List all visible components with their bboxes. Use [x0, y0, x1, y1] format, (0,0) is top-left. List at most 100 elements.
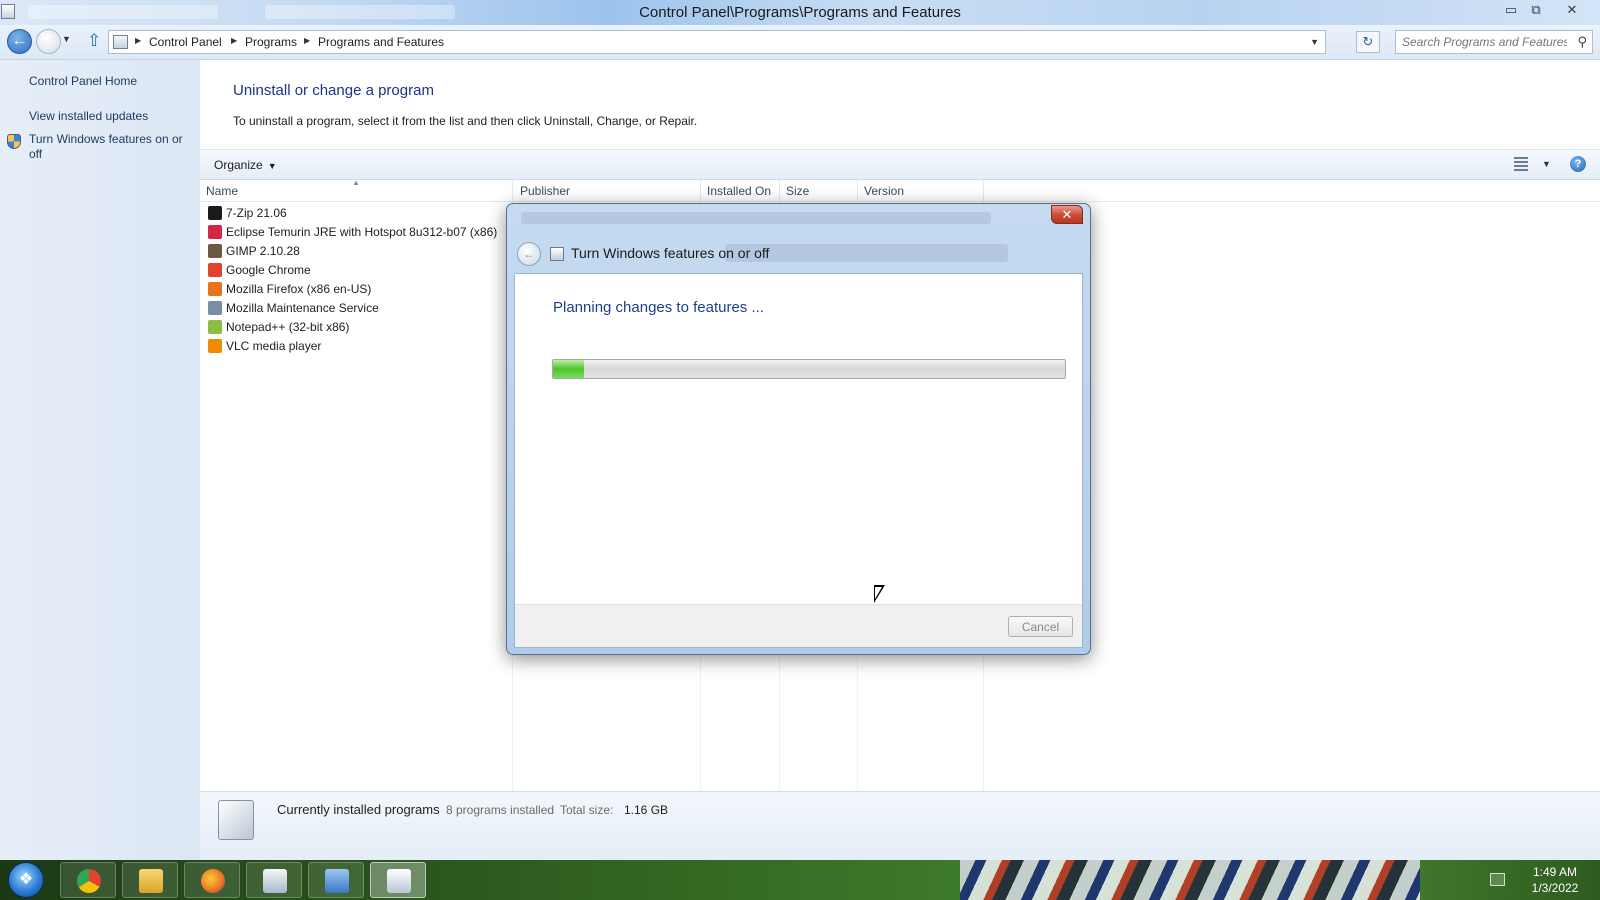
program-row[interactable]: Eclipse Temurin JRE with Hotspot 8u312-b…: [206, 223, 506, 242]
background-blur: [521, 212, 991, 224]
close-window-button[interactable]: ✕: [1560, 1, 1584, 19]
system-clock[interactable]: 1:49 AM 1/3/2022: [1520, 864, 1590, 896]
dialog-close-button[interactable]: ✕: [1051, 205, 1083, 224]
program-name: Mozilla Firefox (x86 en-US): [226, 282, 372, 296]
program-row[interactable]: GIMP 2.10.28: [206, 242, 506, 261]
cancel-button[interactable]: Cancel: [1008, 616, 1073, 637]
column-divider[interactable]: [700, 180, 701, 202]
sort-ascending-icon: ▲: [352, 178, 360, 187]
column-divider[interactable]: [857, 180, 858, 202]
address-dropdown[interactable]: ▼: [1310, 37, 1319, 47]
taskbar-button[interactable]: [184, 862, 240, 898]
taskbar-button[interactable]: [308, 862, 364, 898]
back-button[interactable]: ←: [7, 29, 32, 54]
clock-date: 1/3/2022: [1531, 881, 1579, 895]
program-name: 7-Zip 21.06: [226, 206, 287, 220]
column-divider[interactable]: [983, 180, 984, 202]
navigation-pane: Control Panel Home View installed update…: [0, 60, 200, 860]
taskbar-button[interactable]: [60, 862, 116, 898]
page-description: To uninstall a program, select it from t…: [233, 114, 698, 128]
window-title: Control Panel\Programs\Programs and Feat…: [639, 4, 961, 21]
firefox-icon: [201, 869, 225, 893]
search-box[interactable]: ⚲: [1395, 30, 1593, 54]
dialog-body: Planning changes to features ... Cancel: [514, 273, 1083, 648]
forward-button[interactable]: [36, 29, 61, 54]
column-divider[interactable]: [779, 180, 780, 202]
notepadpp-icon: [208, 320, 222, 334]
program-row[interactable]: 7-Zip 21.06: [206, 204, 506, 223]
dialog-title: Turn Windows features on or off: [571, 245, 770, 261]
restore-button[interactable]: ⧉: [1524, 1, 1548, 19]
vlc-icon: [208, 339, 222, 353]
taskbar-button[interactable]: [122, 862, 178, 898]
chrome-icon: [77, 869, 101, 893]
file-explorer-icon: [139, 869, 163, 893]
address-bar-row: ← ▼ ⇧ ▶ Control Panel ▶ Programs ▶ Progr…: [0, 25, 1600, 60]
control-panel-icon: [263, 869, 287, 893]
organize-menu[interactable]: Organize ▼: [214, 158, 277, 172]
chrome-icon: [208, 263, 222, 277]
breadcrumb-separator[interactable]: ▶: [231, 36, 237, 45]
control-panel-home-link[interactable]: Control Panel Home: [29, 74, 137, 88]
column-header-size[interactable]: Size: [786, 184, 809, 198]
recent-pages-dropdown[interactable]: ▼: [62, 34, 71, 44]
search-input[interactable]: [1402, 34, 1567, 50]
installed-programs-icon: [218, 800, 254, 840]
program-row[interactable]: VLC media player: [206, 337, 506, 356]
view-dropdown[interactable]: ▼: [1542, 159, 1551, 169]
address-bar[interactable]: ▶ Control Panel ▶ Programs ▶ Programs an…: [108, 30, 1326, 54]
details-pane: Currently installed programs 8 programs …: [200, 791, 1600, 860]
breadcrumb-separator[interactable]: ▶: [135, 36, 141, 45]
program-name: VLC media player: [226, 339, 322, 353]
program-name: Mozilla Maintenance Service: [226, 301, 379, 315]
column-header-version[interactable]: Version: [864, 184, 904, 198]
program-row[interactable]: Mozilla Firefox (x86 en-US): [206, 280, 506, 299]
breadcrumb-programs-and-features[interactable]: Programs and Features: [318, 35, 444, 49]
windows-features-link[interactable]: Turn Windows features on or off: [29, 132, 189, 162]
command-toolbar: Organize ▼ ▼ ?: [200, 149, 1600, 180]
column-header-installed-on[interactable]: Installed On: [707, 184, 771, 198]
refresh-button[interactable]: ↻: [1356, 31, 1380, 53]
progress-bar-fill: [553, 360, 584, 378]
status-title: Currently installed programs: [277, 802, 440, 817]
minimize-button[interactable]: ▭: [1499, 1, 1523, 19]
view-options-icon[interactable]: [1514, 157, 1528, 171]
action-center-icon[interactable]: [1490, 873, 1505, 886]
program-list: 7-Zip 21.06 Eclipse Temurin JRE with Hots…: [206, 204, 506, 356]
total-size-label: Total size:: [560, 803, 614, 817]
breadcrumb-programs[interactable]: Programs: [245, 35, 297, 49]
total-size-value: 1.16 GB: [624, 803, 669, 817]
gimp-icon: [208, 244, 222, 258]
chevron-down-icon: ▼: [267, 161, 277, 171]
breadcrumb-control-panel[interactable]: Control Panel: [149, 35, 222, 49]
program-row[interactable]: Notepad++ (32-bit x86): [206, 318, 506, 337]
view-installed-updates-link[interactable]: View installed updates: [29, 109, 148, 123]
page-title: Uninstall or change a program: [233, 82, 434, 99]
up-arrow-icon[interactable]: ⇧: [87, 31, 101, 51]
progress-bar: [552, 359, 1066, 379]
remote-desktop-icon: [325, 869, 349, 893]
start-button[interactable]: ❖: [8, 862, 44, 898]
firefox-icon: [208, 282, 222, 296]
dialog-back-button[interactable]: ←: [517, 242, 541, 266]
windows-features-dialog: ✕ ← Turn Windows features on or off Plan…: [506, 203, 1091, 655]
breadcrumb-separator[interactable]: ▶: [304, 36, 310, 45]
help-icon[interactable]: ?: [1570, 156, 1586, 172]
column-header-name[interactable]: Name: [206, 184, 238, 198]
taskbar-button[interactable]: [370, 862, 426, 898]
programs-features-icon: [387, 869, 411, 893]
program-name: GIMP 2.10.28: [226, 244, 300, 258]
program-name: Notepad++ (32-bit x86): [226, 320, 350, 334]
search-icon[interactable]: ⚲: [1577, 34, 1587, 50]
program-name: Google Chrome: [226, 263, 311, 277]
programs-count: 8 programs installed: [446, 803, 555, 817]
dialog-status-text: Planning changes to features ...: [553, 299, 764, 316]
column-header-publisher[interactable]: Publisher: [520, 184, 570, 198]
program-row[interactable]: Google Chrome: [206, 261, 506, 280]
taskbar: ❖ 1:49 AM 1/3/2022: [0, 860, 1600, 900]
program-row[interactable]: Mozilla Maintenance Service: [206, 299, 506, 318]
taskbar-button[interactable]: [246, 862, 302, 898]
column-headers: ▲ Name Publisher Installed On Size Versi…: [200, 178, 1600, 202]
wallpaper-pattern: [960, 860, 1420, 900]
column-divider[interactable]: [512, 180, 513, 202]
